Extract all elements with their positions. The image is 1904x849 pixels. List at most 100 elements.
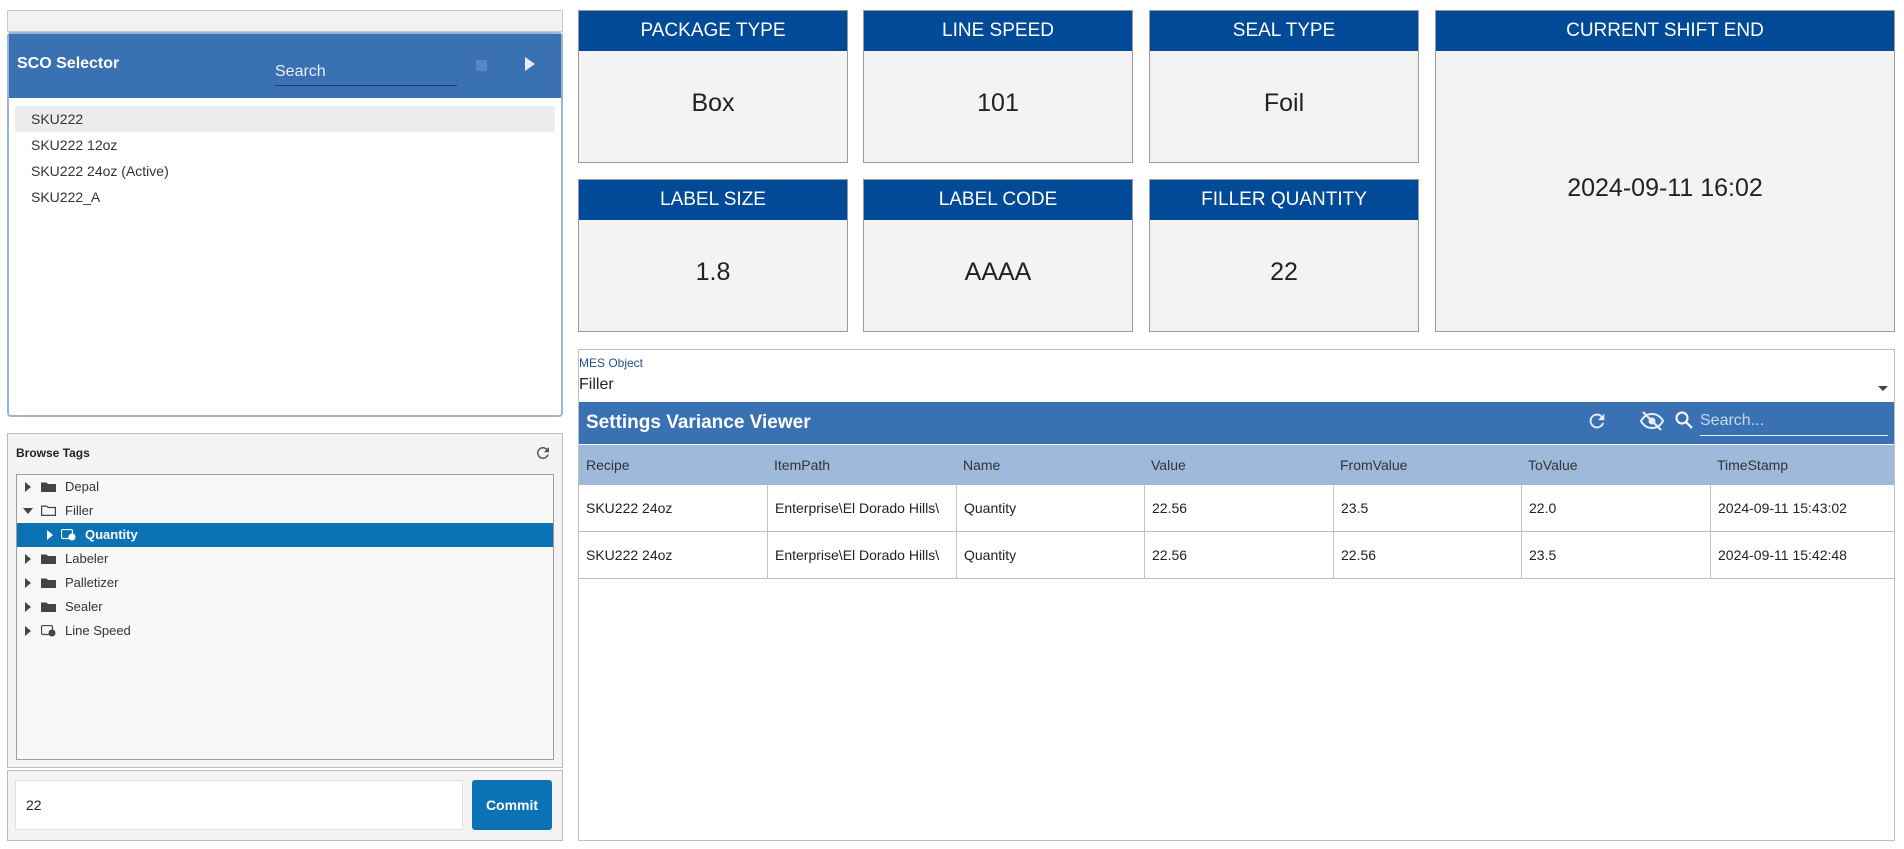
table-cell: SKU222 24oz (586, 500, 673, 516)
table-row[interactable]: SKU222 24oz Enterprise\El Dorado Hills\ … (579, 532, 1894, 579)
tree-item-label: Sealer (65, 599, 103, 614)
play-icon[interactable] (525, 57, 535, 71)
sco-selector-title: SCO Selector (17, 55, 120, 72)
sco-search-input[interactable] (275, 60, 457, 84)
tree-item-label: Quantity (85, 527, 138, 542)
tree-item-palletizer[interactable]: Palletizer (17, 571, 553, 595)
sco-search-field[interactable] (275, 60, 457, 86)
table-cell: Quantity (956, 532, 1144, 579)
table-cell: 22.0 (1521, 485, 1710, 532)
card-value: 1.8 (695, 258, 731, 286)
caret-right-icon[interactable] (25, 554, 31, 564)
card-title: LABEL SIZE (579, 180, 847, 220)
folder-icon (41, 482, 56, 492)
folder-open-icon (41, 505, 56, 516)
tree-item-line-speed[interactable]: Line Speed (17, 619, 553, 643)
mes-object-label: MES Object (579, 356, 644, 370)
card-title: SEAL TYPE (1150, 11, 1418, 51)
viewer-search-field[interactable] (1700, 408, 1888, 436)
card-value: 101 (977, 89, 1019, 117)
sco-list-item[interactable]: SKU222 12oz (15, 132, 555, 158)
tree-item-label: Labeler (65, 551, 109, 566)
tree-item-quantity[interactable]: Quantity (17, 523, 553, 547)
tree-item-labeler[interactable]: Labeler (17, 547, 553, 571)
caret-right-icon[interactable] (25, 626, 31, 636)
sco-list-item[interactable]: SKU222 (15, 106, 555, 132)
tree-item-filler[interactable]: Filler (17, 499, 553, 523)
commit-button[interactable]: Commit (472, 780, 552, 830)
tree-item-depal[interactable]: Depal (17, 475, 553, 499)
table-cell: 22.56 (1144, 485, 1333, 532)
folder-icon (41, 554, 56, 564)
tree-item-sealer[interactable]: Sealer (17, 595, 553, 619)
table-cell: 22.56 (1144, 532, 1333, 579)
tag-tree: Depal Filler Quantity Labeler Palletizer… (16, 474, 554, 760)
table-cell: 22.56 (1333, 532, 1521, 579)
sco-list: SKU222 SKU222 12oz SKU222 24oz (Active) … (15, 106, 555, 210)
table-cell: Quantity (956, 485, 1144, 532)
sco-selector-panel: SCO Selector SKU222 SKU222 12oz SKU222 2… (7, 32, 563, 417)
column-header-name[interactable]: Name (956, 445, 1144, 485)
column-header-timestamp[interactable]: TimeStamp (1710, 445, 1894, 485)
card-title: LABEL CODE (864, 180, 1132, 220)
column-header-tovalue[interactable]: ToValue (1521, 445, 1710, 485)
seal-type-card: SEAL TYPE Foil (1149, 10, 1419, 163)
card-value: 22 (1270, 258, 1298, 286)
commit-value-input[interactable] (16, 781, 462, 829)
card-value: Foil (1263, 89, 1305, 117)
line-speed-card: LINE SPEED 101 (863, 10, 1133, 163)
caret-right-icon[interactable] (25, 578, 31, 588)
viewer-search-input[interactable] (1700, 408, 1888, 434)
label-size-card: LABEL SIZE 1.8 (578, 179, 848, 332)
card-title: PACKAGE TYPE (579, 11, 847, 51)
package-type-card: PACKAGE TYPE Box (578, 10, 848, 163)
label-code-card: LABEL CODE AAAA (863, 179, 1133, 332)
eye-off-icon[interactable] (1640, 410, 1664, 432)
caret-right-icon[interactable] (25, 602, 31, 612)
refresh-icon[interactable] (534, 444, 552, 462)
caret-down-icon[interactable] (23, 508, 33, 514)
folder-icon (41, 578, 56, 588)
sco-list-item[interactable]: SKU222 24oz (Active) (15, 158, 555, 184)
column-header-value[interactable]: Value (1144, 445, 1333, 485)
column-header-fromvalue[interactable]: FromValue (1333, 445, 1521, 485)
table-cell: Enterprise\El Dorado Hills\ (767, 532, 956, 579)
card-value: AAAA (964, 258, 1032, 286)
card-title: LINE SPEED (864, 11, 1132, 51)
stop-icon[interactable] (476, 60, 487, 71)
table-cell: 2024-09-11 15:43:02 (1710, 485, 1894, 532)
tree-item-label: Palletizer (65, 575, 119, 590)
tree-item-label: Filler (65, 503, 94, 518)
table-cell: Enterprise\El Dorado Hills\ (767, 485, 956, 532)
variance-viewer-title: Settings Variance Viewer (586, 412, 811, 433)
column-header-itempath[interactable]: ItemPath (767, 445, 956, 485)
refresh-icon[interactable] (1586, 410, 1608, 432)
caret-right-icon[interactable] (47, 530, 53, 540)
chevron-down-icon[interactable] (1878, 386, 1888, 391)
mes-object-dropdown[interactable]: Filler (579, 376, 614, 394)
sco-list-item[interactable]: SKU222_A (15, 184, 555, 210)
shift-end-card: CURRENT SHIFT END 2024-09-11 16:02 (1435, 10, 1895, 332)
card-value: Box (691, 89, 735, 117)
filler-quantity-card: FILLER QUANTITY 22 (1149, 179, 1419, 332)
top-strip (7, 10, 563, 32)
tag-icon (61, 529, 76, 541)
table-cell: 23.5 (1333, 485, 1521, 532)
card-value: 2024-09-11 16:02 (1567, 174, 1763, 202)
browse-tags-panel: Browse Tags Depal Filler Quantity Labele… (7, 433, 563, 768)
commit-value-field[interactable] (15, 780, 463, 830)
variance-table-header: Recipe ItemPath Name Value FromValue ToV… (579, 445, 1894, 485)
table-cell: SKU222 24oz (586, 547, 673, 563)
sco-selector-header: SCO Selector (9, 34, 561, 98)
folder-icon (41, 602, 56, 612)
column-header-recipe[interactable]: Recipe (579, 445, 767, 485)
search-icon[interactable] (1674, 410, 1694, 430)
tree-item-label: Depal (65, 479, 99, 494)
tag-icon (41, 625, 56, 637)
tree-item-label: Line Speed (65, 623, 131, 638)
caret-right-icon[interactable] (25, 482, 31, 492)
card-title: FILLER QUANTITY (1150, 180, 1418, 220)
browse-tags-title: Browse Tags (16, 446, 90, 460)
table-cell: 23.5 (1521, 532, 1710, 579)
table-row[interactable]: SKU222 24oz Enterprise\El Dorado Hills\ … (579, 485, 1894, 532)
